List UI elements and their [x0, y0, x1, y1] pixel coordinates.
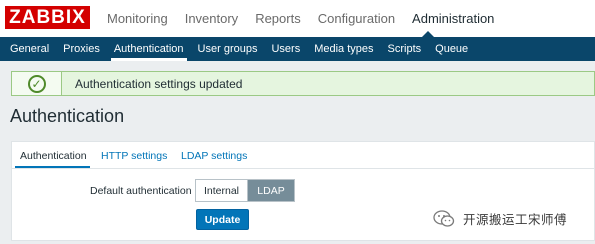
tab-ldap-settings[interactable]: LDAP settings	[181, 150, 247, 162]
subnav-general[interactable]: General	[0, 37, 56, 61]
subnav-users[interactable]: Users	[264, 37, 307, 61]
subnav-authentication[interactable]: Authentication	[107, 37, 191, 61]
active-tab-indicator	[15, 166, 90, 168]
sub-navigation-bar: General Proxies Authentication User grou…	[0, 37, 595, 61]
page-title: Authentication	[10, 106, 125, 126]
tab-authentication[interactable]: Authentication	[20, 150, 87, 162]
settings-tabs: Authentication HTTP settings LDAP settin…	[12, 142, 594, 169]
wechat-icon	[433, 209, 455, 227]
subnav-user-groups[interactable]: User groups	[191, 37, 265, 61]
success-message: ✓ Authentication settings updated	[11, 71, 595, 96]
zabbix-logo[interactable]: ZABBIX	[5, 6, 90, 29]
update-button[interactable]: Update	[196, 209, 249, 230]
menu-inventory[interactable]: Inventory	[185, 11, 238, 26]
menu-administration[interactable]: Administration	[412, 11, 494, 26]
option-internal[interactable]: Internal	[196, 180, 248, 201]
subnav-queue[interactable]: Queue	[428, 37, 475, 61]
subnav-media-types[interactable]: Media types	[307, 37, 380, 61]
menu-reports[interactable]: Reports	[255, 11, 301, 26]
tab-http-settings[interactable]: HTTP settings	[101, 150, 167, 162]
menu-monitoring[interactable]: Monitoring	[107, 11, 168, 26]
default-authentication-toggle: Internal LDAP	[195, 179, 295, 202]
subnav-scripts[interactable]: Scripts	[381, 37, 429, 61]
main-menu: Monitoring Inventory Reports Configurati…	[107, 0, 511, 37]
check-circle-icon: ✓	[27, 74, 46, 93]
top-navigation-bar: ZABBIX Monitoring Inventory Reports Conf…	[0, 0, 595, 37]
watermark: 开源搬运工宋师傅	[433, 209, 567, 228]
subnav-proxies[interactable]: Proxies	[56, 37, 107, 61]
option-ldap[interactable]: LDAP	[248, 180, 294, 201]
watermark-text: 开源搬运工宋师傅	[463, 213, 568, 227]
success-icon-box: ✓	[12, 72, 62, 95]
menu-configuration[interactable]: Configuration	[318, 11, 395, 26]
default-authentication-label: Default authentication	[90, 185, 192, 197]
success-message-text: Authentication settings updated	[75, 76, 243, 91]
